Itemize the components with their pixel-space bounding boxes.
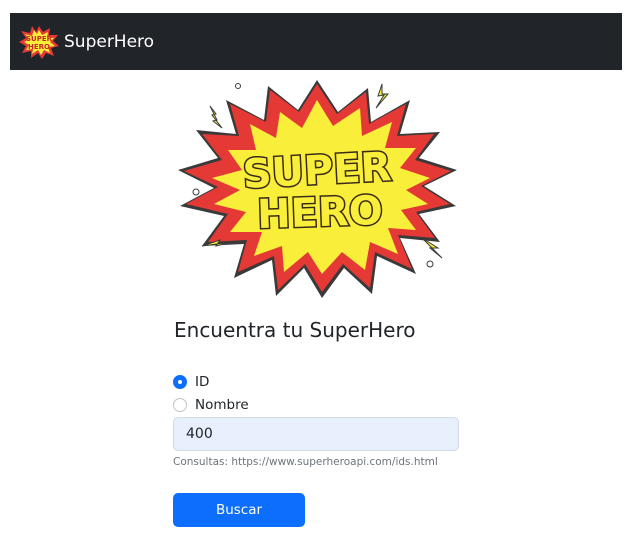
search-input[interactable] [173,417,459,451]
radio-label-id: ID [195,374,210,390]
navbar-brand[interactable]: SUPER HERO SuperHero [18,25,154,59]
superhero-logo-icon: SUPER HERO [19,25,59,59]
radio-nombre[interactable] [173,398,187,412]
search-button[interactable]: Buscar [173,493,305,527]
brand-text: SuperHero [64,31,155,52]
radio-label-nombre: Nombre [195,397,249,413]
logo-text-line2: HERO [28,43,50,51]
radio-id[interactable] [173,375,187,389]
superhero-hero-image: SUPER HERO [172,74,462,300]
logo-text-line1: SUPER [26,35,53,43]
radio-option-nombre[interactable]: Nombre [173,397,249,413]
navbar: SUPER HERO SuperHero [10,13,622,70]
comic-burst-image: SUPER HERO [178,80,457,298]
page-title: Encuentra tu SuperHero [174,318,416,342]
radio-option-id[interactable]: ID [173,374,209,390]
help-text: Consultas: https://www.superheroapi.com/… [173,456,438,468]
hero-text-hero: HERO [256,188,383,238]
